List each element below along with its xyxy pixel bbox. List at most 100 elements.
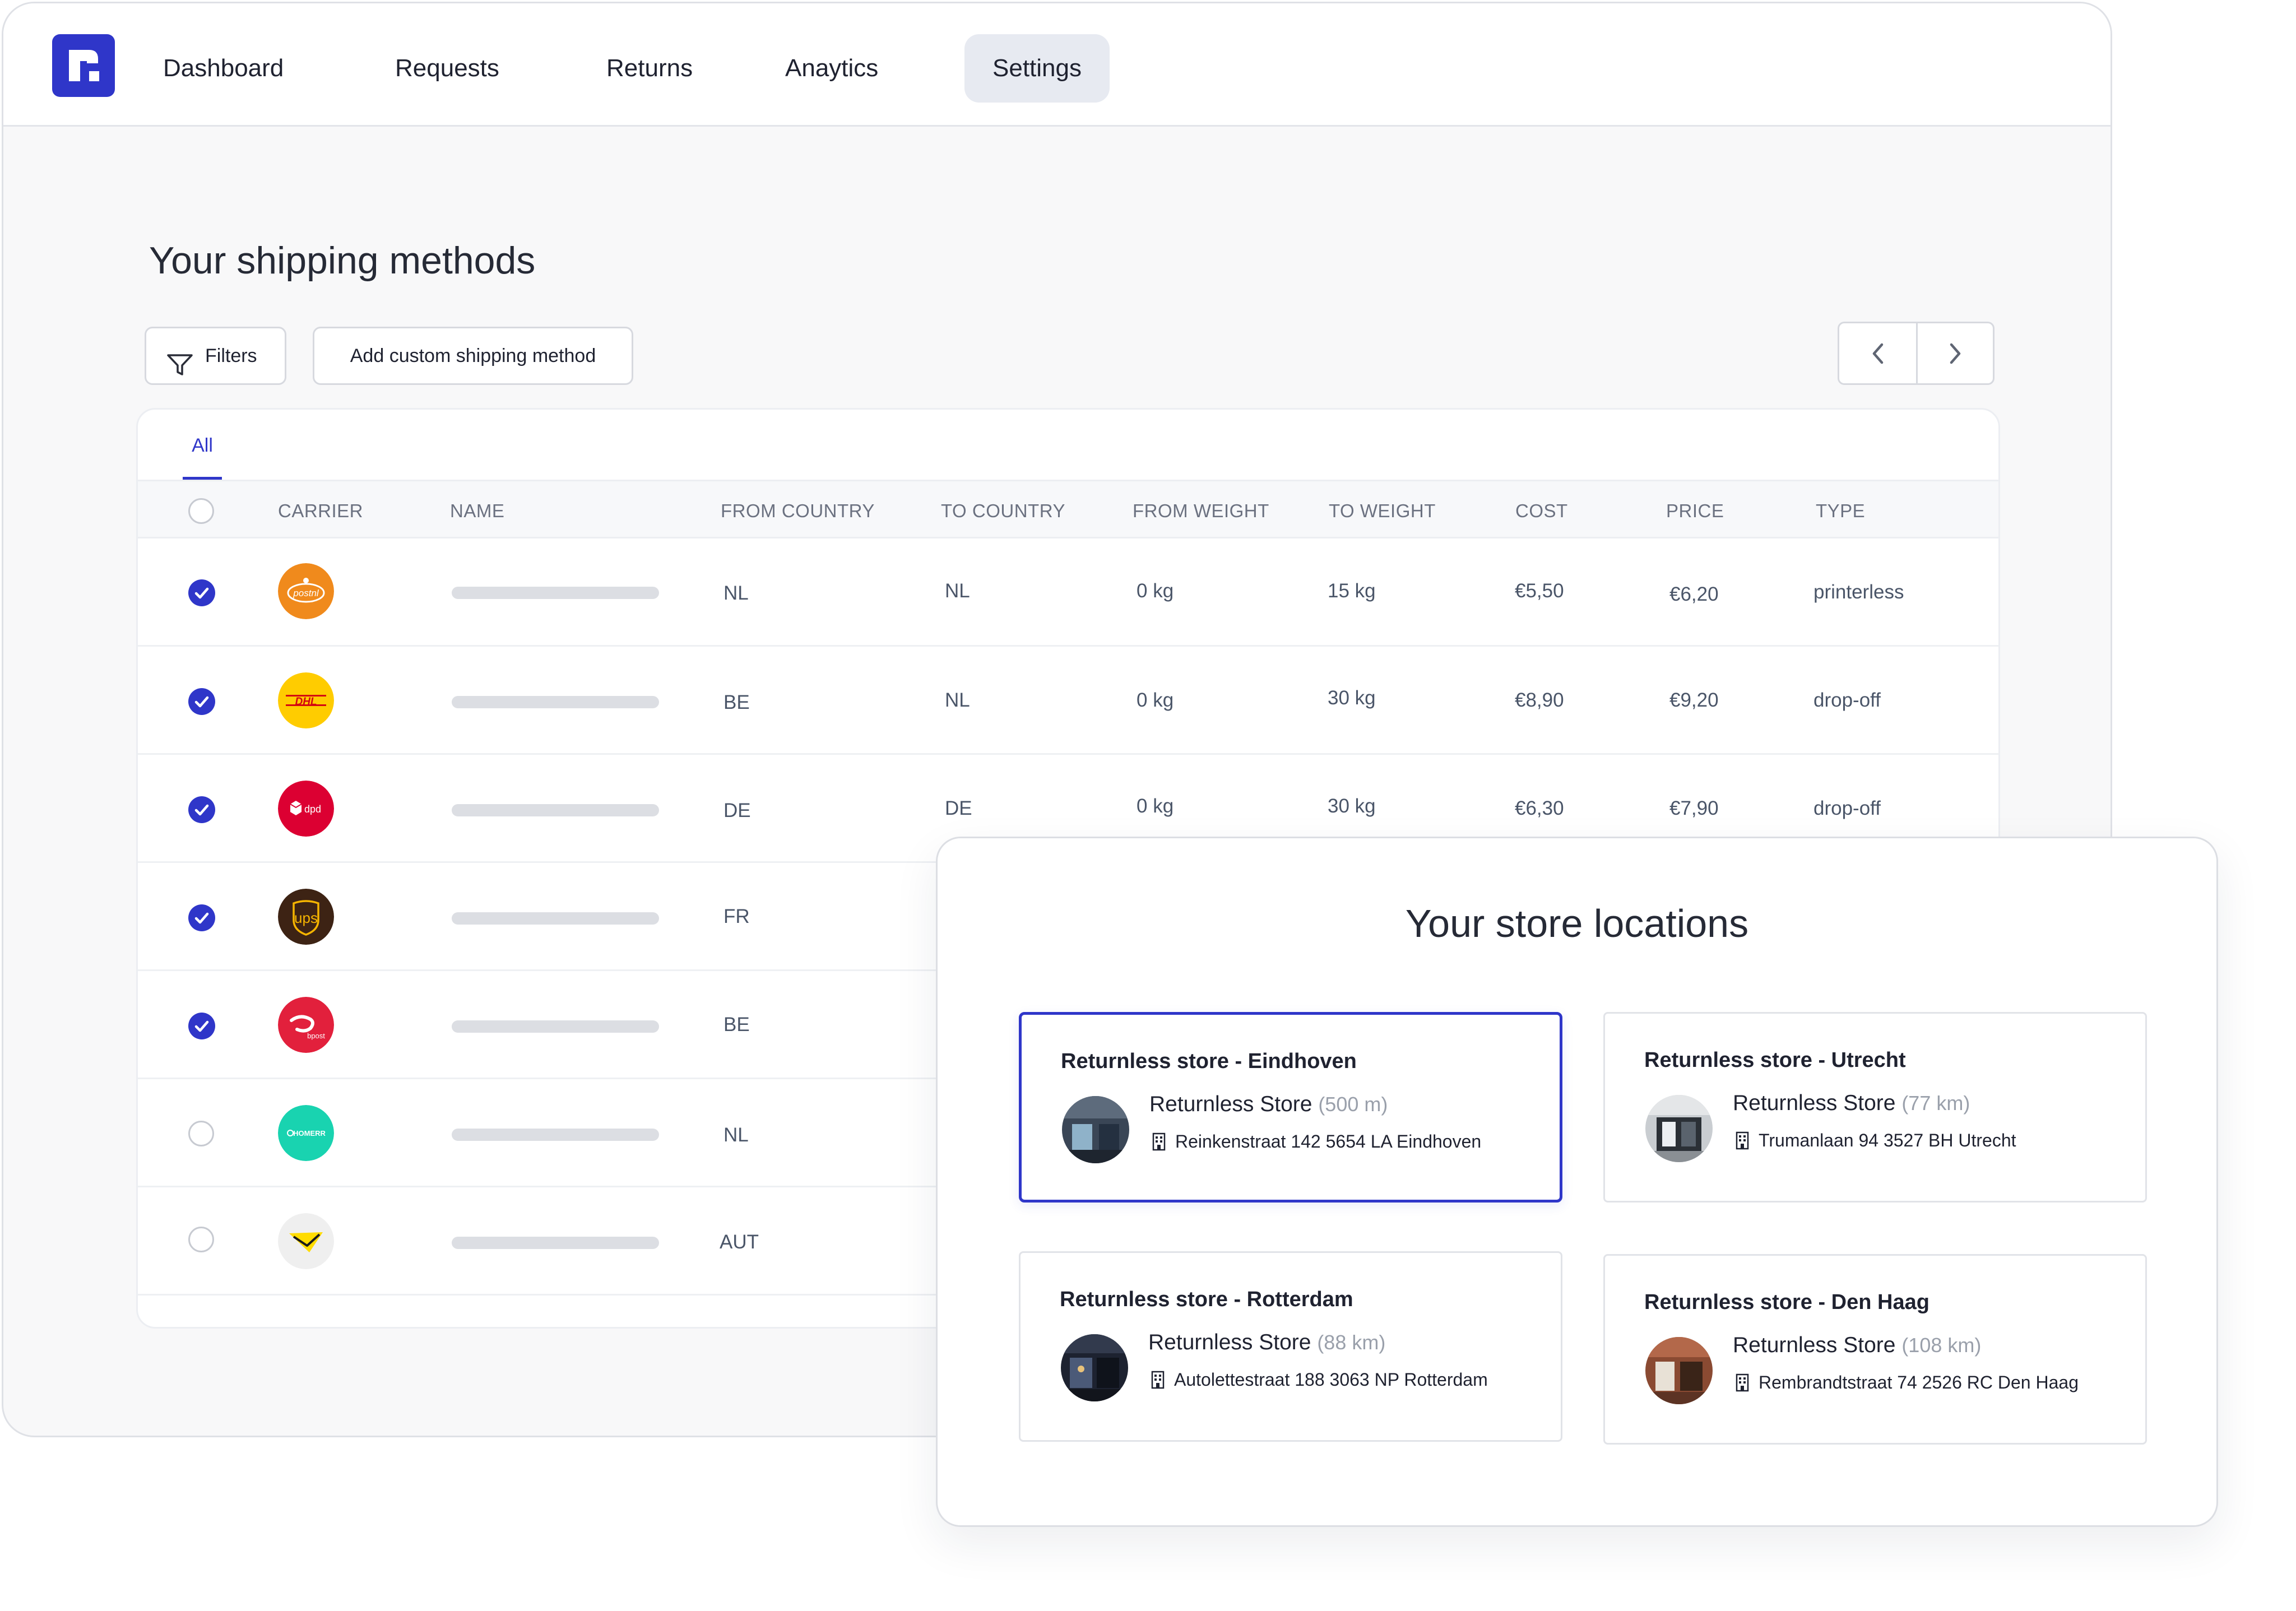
postnl-icon: postnl — [278, 563, 334, 619]
add-custom-shipping-method-button[interactable]: Add custom shipping method — [313, 327, 633, 385]
dpd-logo-text: dpd — [304, 804, 321, 815]
store-card-utrecht[interactable]: Returnless store - Utrecht Returnless St… — [1603, 1012, 2147, 1203]
row-checkbox-unchecked[interactable] — [188, 1227, 214, 1252]
cell-from-country: BE — [723, 691, 750, 713]
nav-analytics[interactable]: Anaytics — [757, 34, 906, 103]
column-price[interactable]: PRICE — [1666, 500, 1724, 522]
cell-price: €7,90 — [1669, 797, 1719, 819]
cell-to-country: DE — [945, 797, 972, 819]
bpost-logo-text: bpost — [307, 1032, 325, 1040]
building-icon — [1734, 1131, 1751, 1154]
top-navigation: Dashboard Requests Returns Anaytics Sett… — [3, 3, 2111, 127]
table-row[interactable]: postnl NL NL 0 kg 15 kg €5,50 €6,20 prin… — [138, 538, 1998, 647]
store-name: Returnless store - Eindhoven — [1061, 1050, 1357, 1073]
store-card-eindhoven[interactable]: Returnless store - Eindhoven Returnless … — [1019, 1012, 1562, 1203]
cell-to-weight: 30 kg — [1328, 687, 1376, 709]
store-address-text: Rembrandtstraat 74 2526 RC Den Haag — [1759, 1372, 2079, 1392]
store-name: Returnless store - Rotterdam — [1060, 1288, 1353, 1311]
postnl-logo-text: postnl — [293, 588, 319, 598]
name-placeholder — [452, 696, 659, 708]
page-title: Your shipping methods — [149, 239, 536, 282]
building-icon — [1149, 1370, 1166, 1394]
store-address-text: Reinkenstraat 142 5654 LA Eindhoven — [1175, 1131, 1482, 1152]
nav-dashboard[interactable]: Dashboard — [135, 34, 312, 103]
name-placeholder — [452, 804, 659, 816]
filter-icon — [166, 344, 193, 399]
store-card-rotterdam[interactable]: Returnless store - Rotterdam Returnless … — [1019, 1251, 1562, 1442]
select-all-checkbox[interactable] — [188, 498, 214, 524]
store-address-text: Autolettestraat 188 3063 NP Rotterdam — [1174, 1369, 1488, 1390]
store-label: Returnless Store (108 km) — [1733, 1333, 1981, 1358]
name-placeholder — [452, 1237, 659, 1249]
column-from-country[interactable]: FROM COUNTRY — [721, 500, 875, 522]
cell-cost: €5,50 — [1515, 580, 1564, 602]
name-placeholder — [452, 1020, 659, 1033]
cell-from-weight: 0 kg — [1137, 580, 1174, 602]
cell-cost: €6,30 — [1515, 797, 1564, 819]
store-label-text: Returnless Store — [1733, 1333, 1896, 1357]
store-label: Returnless Store (88 km) — [1148, 1330, 1385, 1355]
cell-price: €9,20 — [1669, 689, 1719, 711]
filters-label: Filters — [205, 345, 257, 366]
store-label: Returnless Store (500 m) — [1149, 1092, 1388, 1117]
cell-type: printerless — [1813, 581, 1904, 603]
ups-icon: ups — [278, 889, 334, 945]
store-photo-icon — [1062, 1096, 1129, 1163]
column-to-country[interactable]: TO COUNTRY — [941, 500, 1065, 522]
row-checkbox-checked[interactable] — [188, 1013, 215, 1039]
cell-to-weight: 30 kg — [1328, 795, 1376, 817]
homerr-logo-text: HOMERR — [293, 1129, 326, 1138]
building-icon — [1151, 1132, 1167, 1155]
store-name: Returnless store - Utrecht — [1644, 1048, 1906, 1072]
store-distance: (108 km) — [1901, 1334, 1982, 1357]
column-to-weight[interactable]: TO WEIGHT — [1329, 500, 1436, 522]
dpd-icon: dpd — [278, 781, 334, 837]
store-label: Returnless Store (77 km) — [1733, 1091, 1970, 1116]
chevron-right-icon[interactable] — [1944, 340, 1966, 370]
store-photo-icon — [1061, 1334, 1128, 1401]
dhl-icon: DHL — [278, 672, 334, 728]
store-locations-title: Your store locations — [1405, 902, 1749, 945]
store-address-text: Trumanlaan 94 3527 BH Utrecht — [1759, 1130, 2016, 1150]
nav-settings[interactable]: Settings — [964, 34, 1110, 103]
store-card-den-haag[interactable]: Returnless store - Den Haag Returnless S… — [1603, 1254, 2147, 1445]
dhl-logo-text: DHL — [295, 696, 317, 708]
cell-from-country: FR — [723, 906, 750, 927]
store-address: Trumanlaan 94 3527 BH Utrecht — [1734, 1130, 2016, 1154]
column-from-weight[interactable]: FROM WEIGHT — [1133, 500, 1269, 522]
row-checkbox-checked[interactable] — [188, 796, 215, 823]
filters-button[interactable]: Filters — [145, 327, 286, 385]
name-placeholder — [452, 912, 659, 925]
homerr-icon: HOMERR — [278, 1105, 334, 1161]
tab-all[interactable]: All — [183, 435, 222, 480]
pagination — [1838, 322, 1994, 385]
returnless-logo-icon[interactable] — [52, 34, 115, 97]
austrian-post-icon — [278, 1213, 334, 1269]
column-cost[interactable]: COST — [1515, 500, 1568, 522]
store-address: Rembrandtstraat 74 2526 RC Den Haag — [1734, 1372, 2079, 1396]
chevron-left-icon[interactable] — [1867, 340, 1890, 370]
table-row[interactable]: DHL BE NL 0 kg 30 kg €8,90 €9,20 drop-of… — [138, 647, 1998, 755]
column-type[interactable]: TYPE — [1816, 500, 1865, 522]
store-distance: (500 m) — [1318, 1093, 1388, 1116]
cell-from-country: BE — [723, 1014, 750, 1036]
store-photo-icon — [1645, 1337, 1713, 1404]
store-distance: (88 km) — [1317, 1331, 1386, 1354]
row-checkbox-checked[interactable] — [188, 579, 215, 606]
row-checkbox-checked[interactable] — [188, 688, 215, 715]
building-icon — [1734, 1373, 1751, 1396]
store-name: Returnless store - Den Haag — [1644, 1290, 1929, 1314]
column-name[interactable]: NAME — [450, 500, 504, 522]
cell-type: drop-off — [1813, 689, 1881, 711]
row-checkbox-checked[interactable] — [188, 904, 215, 931]
column-carrier[interactable]: CARRIER — [278, 500, 363, 522]
cell-price: €6,20 — [1669, 583, 1719, 605]
nav-requests[interactable]: Requests — [367, 34, 527, 103]
row-checkbox-unchecked[interactable] — [188, 1121, 214, 1146]
cell-from-weight: 0 kg — [1137, 689, 1174, 711]
store-label-text: Returnless Store — [1149, 1092, 1312, 1116]
pager-divider — [1916, 323, 1918, 383]
store-locations-panel: Your store locations Returnless store - … — [936, 837, 2218, 1527]
store-address: Autolettestraat 188 3063 NP Rotterdam — [1149, 1369, 1488, 1394]
nav-returns[interactable]: Returns — [578, 34, 721, 103]
